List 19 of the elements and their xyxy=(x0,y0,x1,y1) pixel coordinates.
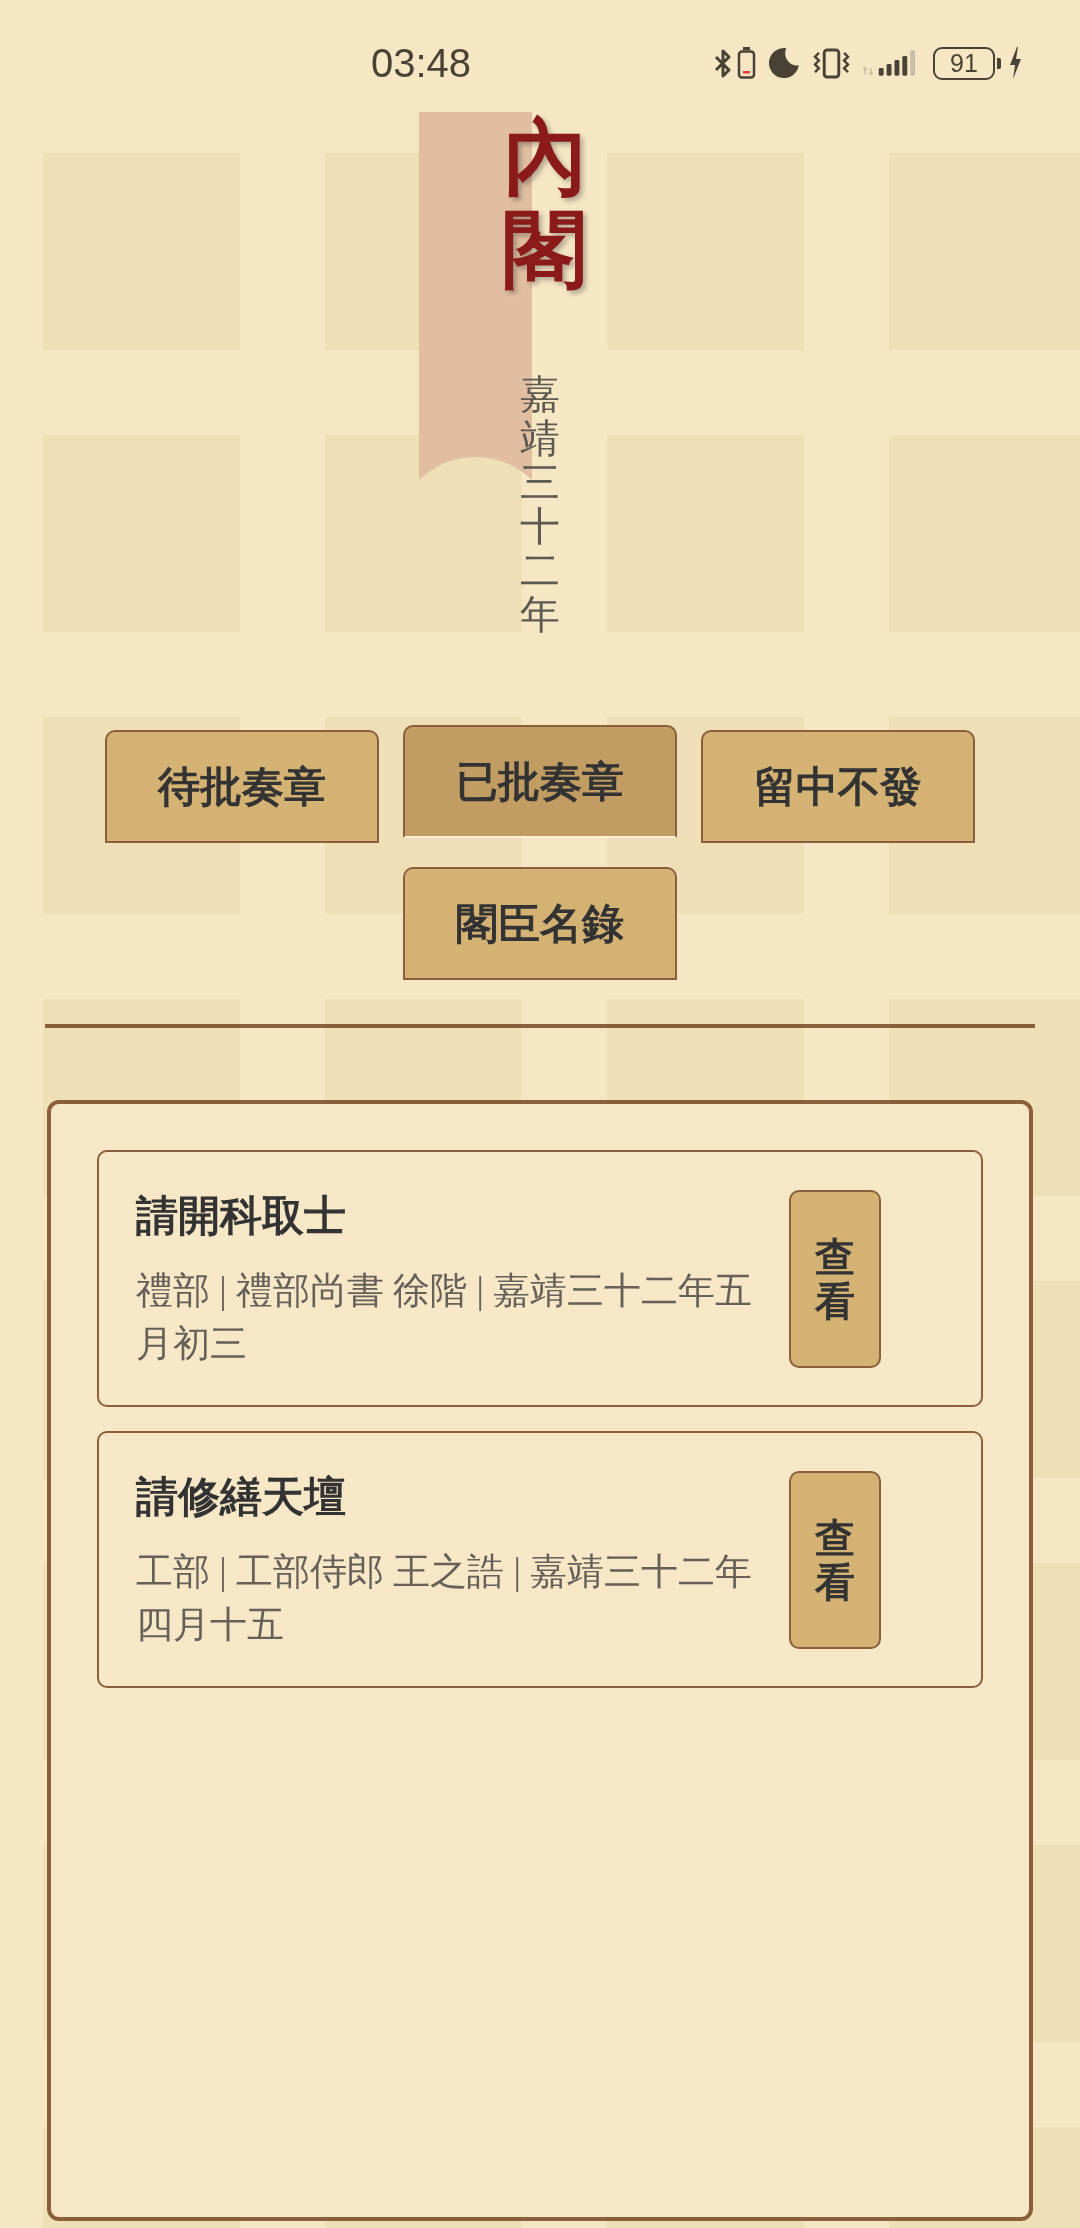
view-button[interactable]: 查看 xyxy=(789,1470,881,1649)
tab[interactable]: 閣臣名錄 xyxy=(403,867,677,980)
charging-bolt-icon xyxy=(1009,47,1022,79)
vibrate-icon xyxy=(812,47,851,79)
view-button[interactable]: 查看 xyxy=(789,1189,881,1368)
tab[interactable]: 已批奏章 xyxy=(403,725,677,838)
memorial-title: 請開科取士 xyxy=(136,1191,347,1241)
bluetooth-icon xyxy=(713,47,733,79)
moon-icon xyxy=(769,48,799,78)
memorial-meta: 禮部 | 禮部尚書 徐階 | 嘉靖三十二年五月初三 xyxy=(136,1269,754,1366)
low-battery-icon xyxy=(737,47,756,79)
app-title: 內閣 xyxy=(503,112,587,297)
battery-indicator: 91 xyxy=(933,46,1001,80)
memorial-meta: 工部 | 工部侍郎 王之誥 | 嘉靖三十二年四月十五 xyxy=(136,1550,754,1647)
tab[interactable]: 留中不發 xyxy=(701,730,975,843)
tab[interactable]: 待批奏章 xyxy=(105,730,379,843)
memorial-title: 請修繕天壇 xyxy=(136,1472,347,1522)
status-time: 03:48 xyxy=(371,43,472,83)
era-year: 嘉靖三十二年 xyxy=(520,372,560,637)
